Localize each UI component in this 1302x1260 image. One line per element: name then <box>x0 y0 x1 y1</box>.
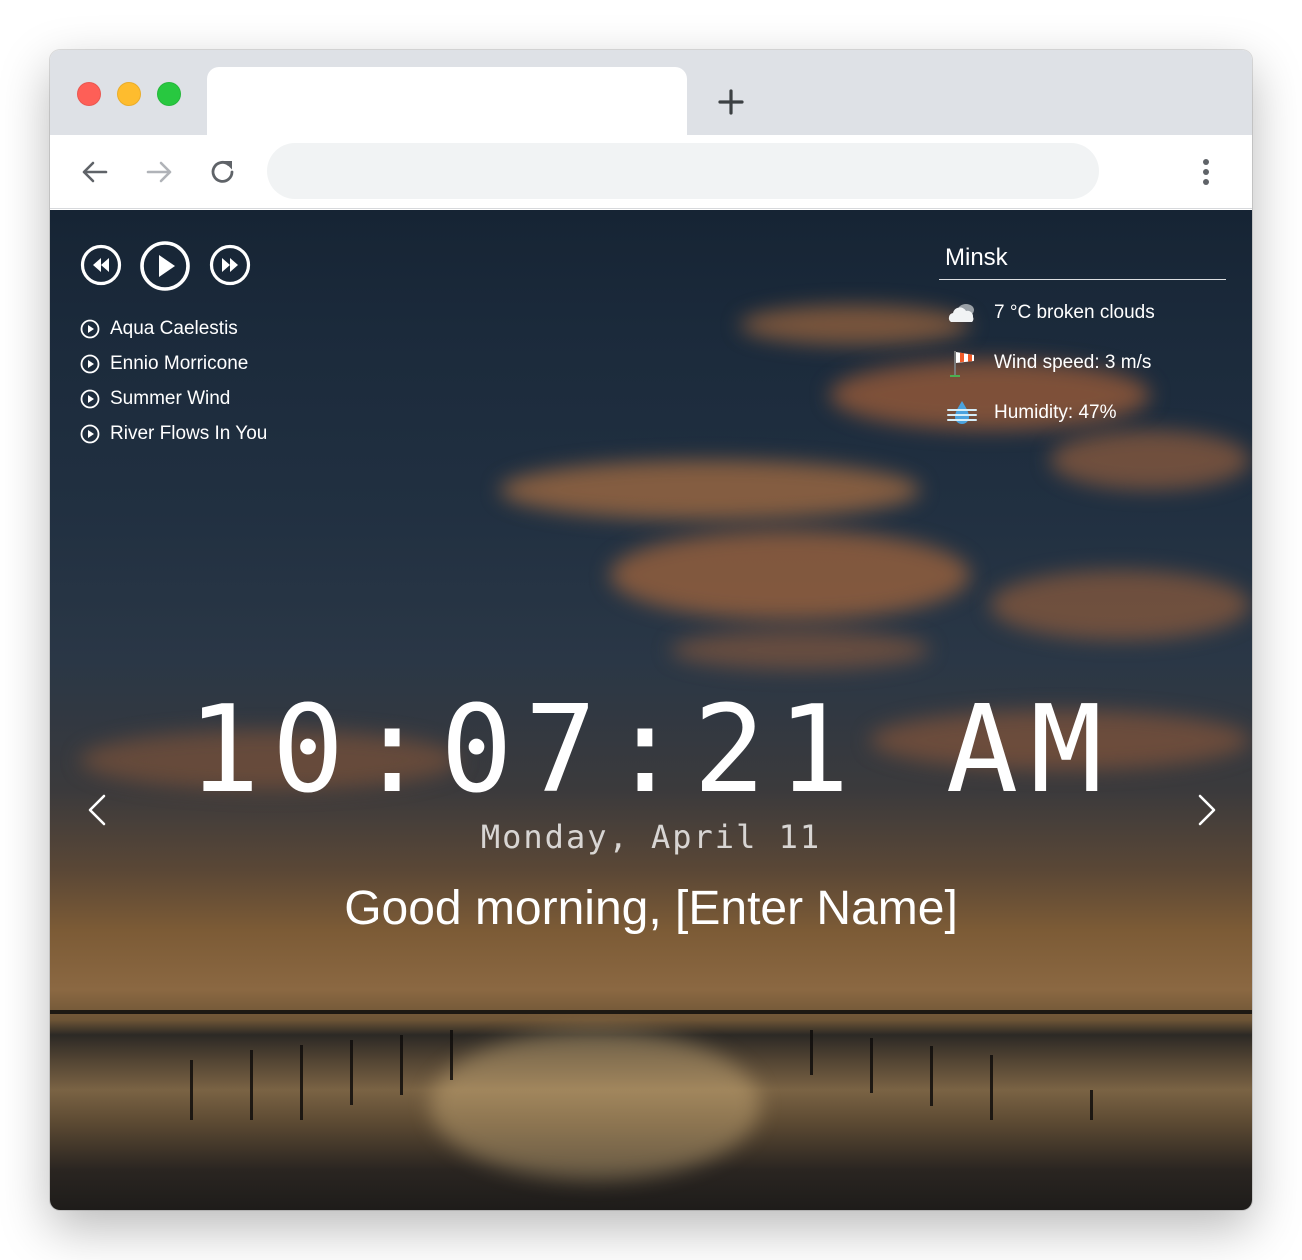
sky-cloud <box>610 530 970 620</box>
fence-post <box>350 1040 353 1105</box>
rewind-icon[interactable] <box>80 244 122 286</box>
reload-icon[interactable] <box>206 155 240 189</box>
track-title: Ennio Morricone <box>110 353 249 374</box>
water-reflection <box>430 1030 760 1180</box>
play-circle-icon <box>80 354 100 374</box>
weather-widget: Minsk 7 °C broken clouds Wind speed: 3 m… <box>939 240 1226 438</box>
track-title: Summer Wind <box>110 388 231 409</box>
fence-post <box>300 1045 303 1120</box>
arrow-right-icon[interactable] <box>142 155 176 189</box>
tab-bar <box>50 50 1252 135</box>
plus-icon[interactable] <box>715 86 747 118</box>
momentum-page: Aqua Caelestis Ennio Morricone Summer Wi… <box>50 210 1252 1210</box>
play-icon[interactable] <box>139 240 191 292</box>
fence-post <box>870 1038 873 1093</box>
maximize-window-button[interactable] <box>157 82 181 106</box>
playlist-item[interactable]: Ennio Morricone <box>78 349 267 384</box>
playlist-item[interactable]: Aqua Caelestis <box>78 314 267 349</box>
clock-time: 10:07:21 AM <box>187 681 1115 820</box>
fence-post <box>450 1030 453 1080</box>
sky-cloud <box>740 305 970 345</box>
weather-description: 7 °C broken clouds <box>939 288 1226 338</box>
playlist: Aqua Caelestis Ennio Morricone Summer Wi… <box>78 314 267 454</box>
fast-forward-icon[interactable] <box>209 244 251 286</box>
play-circle-icon <box>80 424 100 444</box>
windsock-icon <box>950 351 974 377</box>
kebab-menu-icon[interactable] <box>1196 155 1216 189</box>
minimize-window-button[interactable] <box>117 82 141 106</box>
browser-toolbar <box>50 135 1252 209</box>
humidity-text: Humidity: 47% <box>994 402 1117 423</box>
fence-post <box>990 1055 993 1120</box>
fence-post <box>930 1046 933 1106</box>
fence-post <box>1090 1090 1093 1120</box>
sky-cloud <box>1050 430 1250 490</box>
play-circle-icon <box>80 389 100 409</box>
playlist-item[interactable]: Summer Wind <box>78 384 267 419</box>
sky-cloud <box>670 630 930 670</box>
humidity: Humidity: 47% <box>939 388 1226 438</box>
close-window-button[interactable] <box>77 82 101 106</box>
wind-speed: Wind speed: 3 m/s <box>939 338 1226 388</box>
cloud-icon <box>948 304 974 322</box>
track-title: Aqua Caelestis <box>110 318 238 339</box>
sky-cloud <box>990 570 1250 640</box>
greeting-text[interactable]: Good morning, [Enter Name] <box>50 876 1252 942</box>
arrow-left-icon[interactable] <box>78 155 112 189</box>
clock-date: Monday, April 11 <box>480 818 822 856</box>
weather-description-text: 7 °C broken clouds <box>994 302 1155 323</box>
active-tab[interactable] <box>207 67 687 135</box>
sky-cloud <box>500 460 920 520</box>
play-circle-icon <box>80 319 100 339</box>
fence-post <box>810 1030 813 1075</box>
browser-window: Aqua Caelestis Ennio Morricone Summer Wi… <box>50 50 1252 1210</box>
fence-post <box>250 1050 253 1120</box>
wind-speed-text: Wind speed: 3 m/s <box>994 352 1152 373</box>
fence-post <box>400 1035 403 1095</box>
track-title: River Flows In You <box>110 423 268 444</box>
horizon-line <box>50 1010 1252 1014</box>
humidity-icon <box>947 401 977 424</box>
playlist-item[interactable]: River Flows In You <box>78 419 267 454</box>
city-input[interactable]: Minsk <box>939 240 1226 280</box>
fence-post <box>190 1060 193 1120</box>
address-bar[interactable] <box>267 143 1099 199</box>
